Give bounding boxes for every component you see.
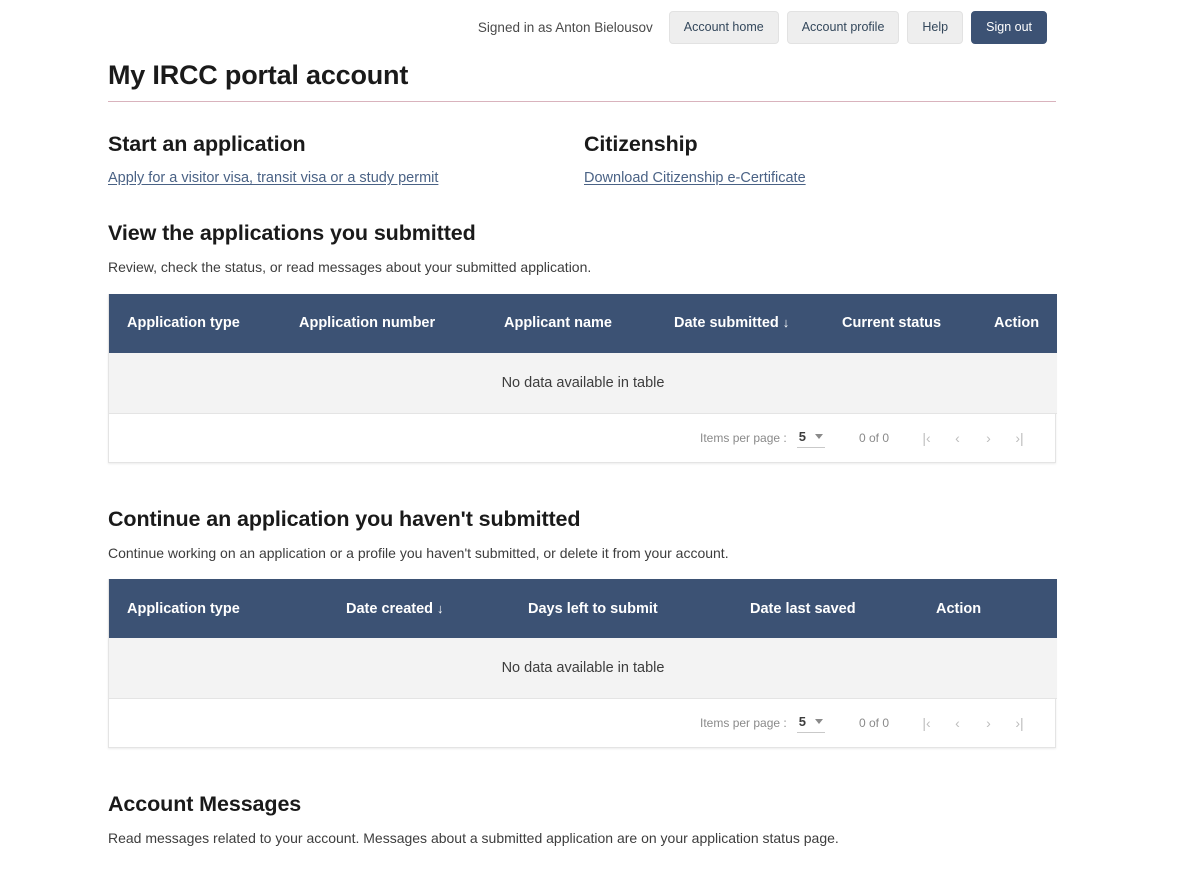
column-label: Application type: [127, 315, 240, 332]
previous-page-icon[interactable]: ‹: [942, 430, 973, 446]
citizenship-section: Citizenship Download Citizenship e-Certi…: [584, 132, 1056, 187]
column-header-application-type[interactable]: Application type: [109, 579, 346, 638]
items-per-page-label: Items per page :: [700, 716, 787, 731]
items-per-page-value: 5: [798, 714, 806, 730]
previous-page-icon[interactable]: ‹: [942, 715, 973, 731]
empty-state-message: No data available in table: [109, 638, 1057, 700]
column-header-date-created[interactable]: Date created ↓: [346, 579, 528, 638]
column-label: Date submitted: [674, 315, 779, 332]
items-per-page-select[interactable]: 5: [796, 428, 825, 448]
submitted-table-paginator: Items per page : 5 0 of 0 |‹ ‹ › ›|: [109, 413, 1055, 462]
continue-application-description: Continue working on an application or a …: [108, 544, 729, 561]
chevron-down-icon: [814, 719, 823, 725]
column-header-application-type[interactable]: Application type: [109, 294, 299, 353]
apply-visa-link[interactable]: Apply for a visitor visa, transit visa o…: [108, 170, 438, 186]
title-divider: [108, 101, 1056, 102]
column-label: Application type: [127, 600, 240, 617]
first-page-icon[interactable]: |‹: [911, 430, 942, 446]
column-label: Application number: [299, 315, 436, 332]
column-label: Date created: [346, 600, 434, 617]
column-header-application-number[interactable]: Application number: [299, 294, 504, 353]
main-content: My IRCC portal account Start an applicat…: [108, 0, 1057, 865]
submitted-applications-heading: View the applications you submitted: [108, 221, 476, 245]
empty-state-row: No data available in table: [109, 352, 1057, 414]
column-header-applicant-name[interactable]: Applicant name: [504, 294, 674, 353]
start-application-section: Start an application Apply for a visitor…: [108, 132, 584, 187]
continue-table-paginator: Items per page : 5 0 of 0 |‹ ‹ › ›|: [109, 699, 1055, 748]
last-page-icon[interactable]: ›|: [1004, 430, 1035, 446]
submitted-applications-table-card: Application type Application number Appl…: [108, 293, 1057, 463]
next-page-icon[interactable]: ›: [973, 715, 1004, 731]
empty-state-message: No data available in table: [109, 352, 1057, 414]
submitted-applications-description: Review, check the status, or read messag…: [108, 259, 592, 275]
page-title: My IRCC portal account: [108, 60, 409, 90]
table-header-row: Application type Application number Appl…: [109, 293, 1057, 353]
items-per-page-value: 5: [798, 428, 806, 444]
account-messages-heading: Account Messages: [108, 792, 302, 817]
sort-descending-icon: ↓: [437, 600, 444, 616]
continue-application-table-card: Application type Date created ↓ Days left…: [108, 579, 1057, 749]
citizenship-heading: Citizenship: [584, 132, 698, 156]
column-header-action[interactable]: Action: [936, 579, 1057, 638]
column-header-action[interactable]: Action: [994, 294, 1057, 353]
download-certificate-link[interactable]: Download Citizenship e-Certificate: [584, 170, 806, 186]
submitted-applications-table: Application type Application number Appl…: [109, 293, 1057, 414]
next-page-icon[interactable]: ›: [973, 430, 1004, 446]
continue-application-heading: Continue an application you haven't subm…: [108, 506, 581, 531]
empty-state-row: No data available in table: [109, 638, 1057, 700]
items-per-page-select[interactable]: 5: [796, 713, 825, 734]
account-messages-description: Read messages related to your account. M…: [108, 830, 839, 847]
column-header-date-last-saved[interactable]: Date last saved: [750, 579, 936, 638]
start-application-heading: Start an application: [108, 132, 306, 156]
quick-links-row: Start an application Apply for a visitor…: [108, 132, 1056, 187]
column-label: Applicant name: [504, 315, 612, 332]
paginator-arrows: |‹ ‹ › ›|: [911, 715, 1035, 731]
column-header-date-submitted[interactable]: Date submitted ↓: [674, 294, 842, 353]
page-root: Signed in as Anton Bielousov Account hom…: [0, 0, 1200, 871]
first-page-icon[interactable]: |‹: [911, 715, 942, 731]
items-per-page-label: Items per page :: [700, 430, 787, 445]
column-header-days-left-to-submit[interactable]: Days left to submit: [528, 579, 750, 638]
column-label: Days left to submit: [528, 600, 658, 617]
column-label: Date last saved: [750, 600, 856, 617]
page-range-label: 0 of 0: [858, 430, 889, 445]
table-header-row: Application type Date created ↓ Days left…: [109, 579, 1057, 639]
paginator-arrows: |‹ ‹ › ›|: [911, 430, 1035, 446]
page-range-label: 0 of 0: [858, 716, 889, 731]
chevron-down-icon: [814, 433, 823, 439]
column-header-current-status[interactable]: Current status: [842, 294, 994, 353]
sort-descending-icon: ↓: [782, 315, 790, 331]
last-page-icon[interactable]: ›|: [1004, 715, 1035, 731]
continue-application-table: Application type Date created ↓ Days left…: [109, 579, 1057, 700]
column-label: Action: [994, 315, 1040, 332]
column-label: Action: [936, 600, 982, 617]
column-label: Current status: [842, 315, 942, 332]
